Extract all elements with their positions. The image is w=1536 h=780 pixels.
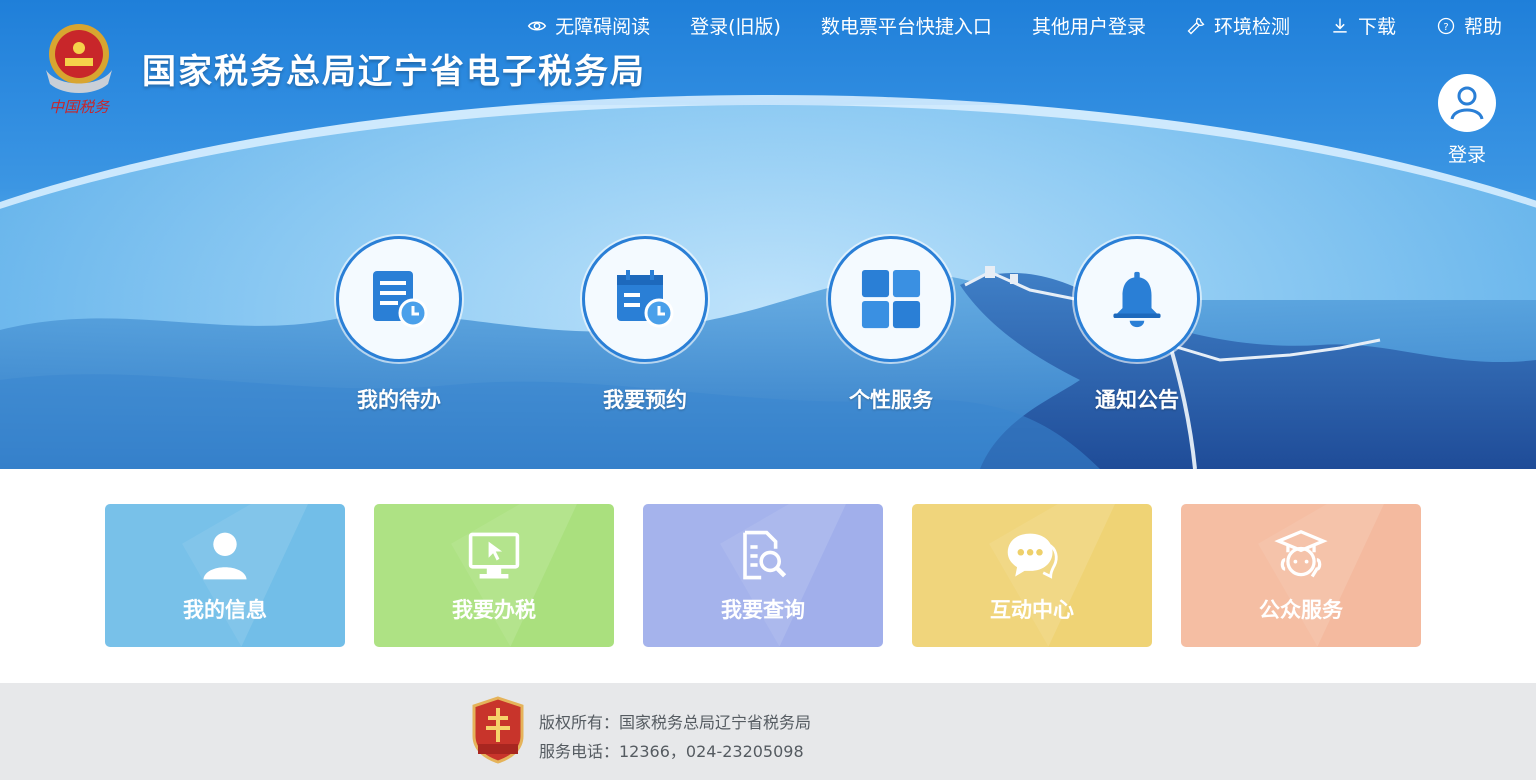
feature-circle [1074,236,1200,362]
hero-banner: 中国税务 国家税务总局辽宁省电子税务局 无障碍阅读 登录(旧版) 数电票平台快捷… [0,0,1536,469]
tile-label: 我要办税 [452,597,536,622]
login-avatar-button[interactable] [1438,74,1496,132]
bell-icon [1113,271,1161,328]
download-icon [1333,18,1347,33]
svg-text:中国税务: 中国税务 [49,98,111,116]
feature-label: 通知公告 [1095,388,1179,412]
nav-label: 无障碍阅读 [555,16,651,38]
nav-label: 帮助 [1463,16,1502,38]
nav-label: 其他用户登录 [1031,16,1146,38]
feature-label: 我要预约 [603,388,687,412]
help-link[interactable]: ? 帮助 [1436,12,1502,39]
feature-personal-service[interactable]: 个性服务 [828,236,954,414]
site-title: 国家税务总局辽宁省电子税务局 [142,52,646,92]
nav-label: 数电票平台快捷入口 [820,16,992,38]
user-icon [203,532,247,579]
tile-icon-wrap [198,528,252,584]
grid-icon [861,269,921,329]
wrench-icon [1187,17,1205,34]
tile-my-info[interactable]: 我的信息 [105,504,345,647]
calendar-clock-icon [617,270,674,328]
feature-appointment[interactable]: 我要预约 [582,236,708,414]
copyright-text: 版权所有：国家税务总局辽宁省税务局 [539,713,812,732]
tile-icon-wrap [736,528,790,584]
login-old-version-link[interactable]: 登录(旧版) [690,12,781,39]
nav-label: 登录(旧版) [690,16,781,38]
tile-query[interactable]: 我要查询 [643,504,883,647]
other-user-login-link[interactable]: 其他用户登录 [1032,12,1146,39]
graduate-support-icon [1274,529,1328,577]
chat-bubble-icon [1007,533,1058,579]
footer-text: 版权所有：国家税务总局辽宁省税务局 服务电话：12366，024-2320509… [539,708,811,766]
monitor-cursor-icon [468,532,520,578]
feature-circle [828,236,954,362]
feature-label: 我的待办 [357,388,441,412]
environment-check-link[interactable]: 环境检测 [1186,12,1290,39]
tile-icon-wrap [1273,528,1329,584]
tile-public-service[interactable]: 公众服务 [1181,504,1421,647]
eye-icon [527,21,547,30]
tile-icon-wrap [1004,528,1060,584]
nav-label: 环境检测 [1213,16,1290,38]
service-tiles: 我的信息 我要办税 我要查询 互动中心 公众服务 [105,504,1421,647]
footer: 版权所有：国家税务总局辽宁省税务局 服务电话：12366，024-2320509… [0,683,1536,780]
todo-list-icon [373,271,428,328]
tile-label: 公众服务 [1259,597,1343,622]
feature-label: 个性服务 [849,388,933,412]
login-label[interactable]: 登录 [1438,140,1496,167]
tile-label: 互动中心 [990,597,1074,622]
feature-circle [582,236,708,362]
download-link[interactable]: 下载 [1330,12,1396,39]
tile-icon-wrap [467,528,521,584]
feature-notice[interactable]: 通知公告 [1074,236,1200,414]
help-icon: ? [1437,17,1455,34]
feature-circle [336,236,462,362]
document-search-icon [743,530,787,579]
accessibility-reading-link[interactable]: 无障碍阅读 [527,12,650,39]
svg-text:?: ? [1443,21,1448,32]
top-navigation: 无障碍阅读 登录(旧版) 数电票平台快捷入口 其他用户登录 环境检测 下载 ? … [527,12,1502,39]
feature-my-todo[interactable]: 我的待办 [336,236,462,414]
digital-invoice-platform-link[interactable]: 数电票平台快捷入口 [821,12,992,39]
nav-label: 下载 [1357,16,1396,38]
service-phone-text: 服务电话：12366，024-23205098 [539,742,804,761]
tile-label: 我要查询 [721,597,805,622]
party-government-badge-icon [472,696,524,764]
tile-handle-tax[interactable]: 我要办税 [374,504,614,647]
tax-emblem-logo: 中国税务 [46,24,112,116]
tile-interaction-center[interactable]: 互动中心 [912,504,1152,647]
tile-label: 我的信息 [183,597,267,622]
user-outline-icon [1450,86,1484,120]
